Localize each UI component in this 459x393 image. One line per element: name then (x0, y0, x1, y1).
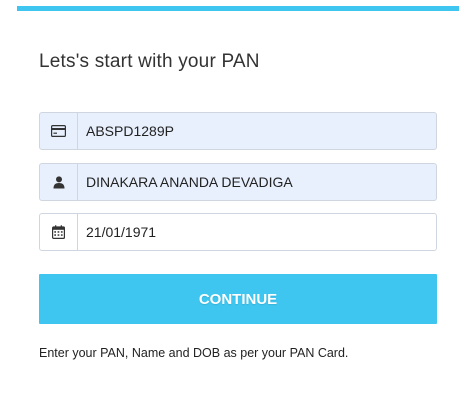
name-input-value[interactable]: DINAKARA ANANDA DEVADIGA (78, 174, 293, 190)
dob-field[interactable]: 21/01/1971 (39, 213, 437, 251)
form-title: Lets's start with your PAN (39, 51, 260, 72)
pan-field[interactable]: ABSPD1289P (39, 112, 437, 150)
pan-form-card: Lets's start with your PAN ABSPD1289P DI… (17, 6, 459, 393)
pan-input-value[interactable]: ABSPD1289P (78, 123, 174, 139)
continue-button[interactable]: CONTINUE (39, 274, 437, 324)
credit-card-icon (40, 113, 77, 149)
name-field[interactable]: DINAKARA ANANDA DEVADIGA (39, 163, 437, 201)
user-icon (40, 164, 77, 200)
calendar-icon (40, 214, 77, 250)
form-hint: Enter your PAN, Name and DOB as per your… (39, 346, 349, 360)
dob-input-value[interactable]: 21/01/1971 (78, 224, 156, 240)
